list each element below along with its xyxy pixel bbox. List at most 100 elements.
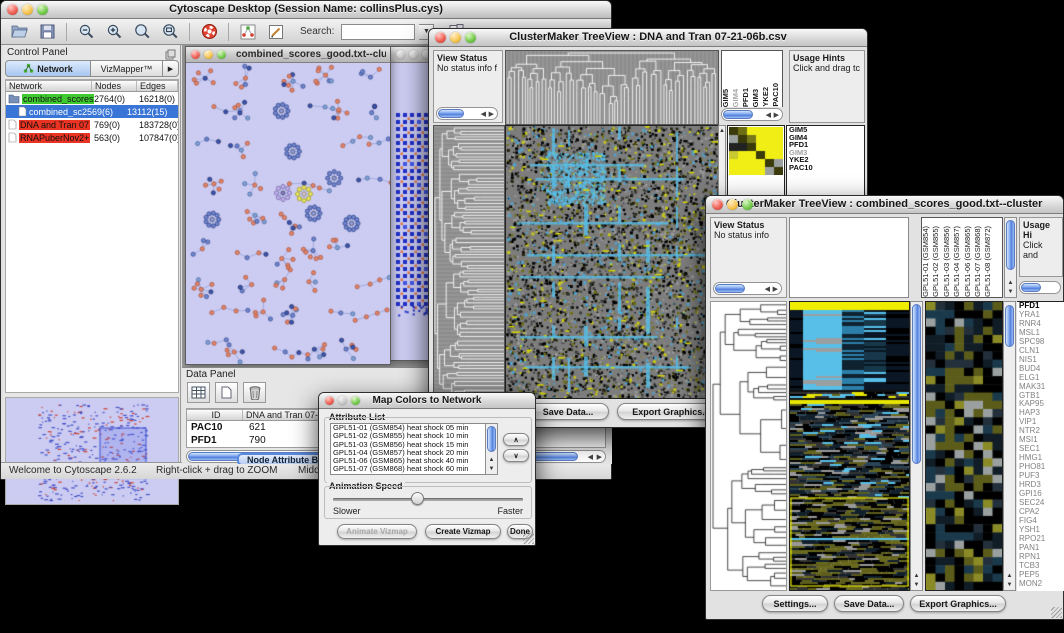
tab-overflow-arrow[interactable]: ▶	[163, 60, 179, 77]
network-frame-front[interactable]: combined_scores_good.txt--cluste...	[185, 46, 391, 365]
gene-label[interactable]: MON2	[1017, 580, 1064, 589]
zoom-fit-button[interactable]	[158, 21, 182, 42]
minimize-button[interactable]	[204, 50, 213, 59]
zoom-button[interactable]	[37, 4, 48, 15]
column-label[interactable]: GPL51-02 (GSM855)	[932, 226, 942, 297]
row-dendrogram[interactable]	[433, 125, 505, 399]
animation-speed-slider-thumb[interactable]	[411, 492, 424, 505]
column-label[interactable]: GPL51-08 (GSM872)	[984, 226, 994, 297]
control-panel-tabs: Network VizMapper™ ▶	[5, 60, 179, 77]
close-button[interactable]	[396, 50, 405, 59]
heatmap-canvas[interactable]	[505, 125, 719, 399]
slower-label: Slower	[333, 506, 361, 516]
scroll-up-icon: ▲	[1004, 572, 1015, 580]
network-frame-title: combined_scores_good.txt--cluste...	[236, 49, 386, 60]
close-button[interactable]	[325, 396, 334, 405]
annotation-tool-icon[interactable]	[264, 21, 288, 42]
scroll-down-icon: ▼	[1005, 288, 1016, 296]
main-titlebar[interactable]: Cytoscape Desktop (Session Name: collins…	[1, 1, 611, 19]
column-label[interactable]: GPL51-04 (GSM857)	[953, 226, 963, 297]
network-row-combined-scores[interactable]: combined_scores 2764(0) 16218(0)	[6, 92, 178, 105]
vizmapper-tool-icon[interactable]	[236, 21, 260, 42]
resize-grip[interactable]	[523, 533, 534, 544]
scroll-up-icon: ▲	[1005, 279, 1016, 287]
usage-hints-panel: Usage Hi Click and	[1019, 217, 1063, 277]
view-status-panel: View Status No status info ◀ ▶	[710, 217, 787, 298]
network-row-dna-tran[interactable]: DNA and Tran 07 769(0) 183728(0)	[6, 118, 178, 131]
animation-speed-slider-track[interactable]	[333, 498, 523, 501]
network-overview-thumbnail[interactable]	[5, 397, 179, 505]
column-labels-vscrollbar[interactable]: ▲ ▼	[1004, 217, 1017, 298]
zoom-button[interactable]	[742, 199, 753, 210]
tab-vizmapper[interactable]: VizMapper™	[91, 60, 163, 77]
view-status-scrollbar[interactable]: ◀ ▶	[436, 107, 498, 120]
network-row-combined-sco-selected[interactable]: combined_sco 2569(6) 13112(15)	[6, 105, 178, 118]
scroll-down-icon: ▼	[911, 581, 922, 589]
network-row-rnapuber[interactable]: RNAPuberNov2+ 563(0) 107847(0)	[6, 131, 178, 144]
zoom-selected-button[interactable]	[130, 21, 154, 42]
desktop: Cytoscape Desktop (Session Name: collins…	[0, 0, 1064, 633]
document-icon	[18, 106, 27, 117]
gene-list-panel: PFD1YRA1RNR4MSL1SPC98CLN1NIS1BUD4ELG1MAK…	[1017, 301, 1064, 591]
create-vizmap-button[interactable]: Create Vizmap	[425, 524, 501, 539]
column-labels-scrollbar[interactable]: ◀ ▶	[721, 108, 783, 121]
usage-hints-panel: Usage Hints Click and drag tc	[789, 50, 865, 123]
status-welcome: Welcome to Cytoscape 2.6.2	[9, 465, 137, 476]
toolbar-separator	[189, 23, 190, 41]
column-label[interactable]: PAC10	[772, 83, 782, 107]
minimize-button[interactable]	[338, 396, 347, 405]
row-dendrogram[interactable]	[710, 301, 787, 591]
zoom-button[interactable]	[217, 50, 226, 59]
network-table-header[interactable]: Network Nodes Edges	[6, 80, 178, 92]
minimize-button[interactable]	[409, 50, 418, 59]
export-graphics-button[interactable]: Export Graphics...	[910, 595, 1006, 612]
save-data-button[interactable]: Save Data...	[834, 595, 904, 612]
zoom-button[interactable]	[465, 32, 476, 43]
zoom-button[interactable]	[351, 396, 360, 405]
zoom-in-button[interactable]	[102, 21, 126, 42]
usage-hints-scrollbar[interactable]	[1019, 281, 1061, 294]
delete-attribute-trash-icon[interactable]	[243, 382, 266, 403]
settings-button[interactable]: Settings...	[762, 595, 828, 612]
zoom-vscrollbar[interactable]: ▲ ▼	[1003, 301, 1016, 591]
view-status-scrollbar[interactable]: ◀ ▶	[713, 282, 782, 295]
new-attribute-icon[interactable]	[215, 382, 238, 403]
close-button[interactable]	[435, 32, 446, 43]
minimize-button[interactable]	[727, 199, 738, 210]
tab-network[interactable]: Network	[5, 60, 91, 77]
treeview-combined-titlebar[interactable]: ClusterMaker TreeView : combined_scores_…	[706, 196, 1063, 214]
column-label[interactable]: GPL51-06 (GSM865)	[964, 226, 974, 297]
close-button[interactable]	[7, 4, 18, 15]
attribute-table-icon[interactable]	[187, 382, 210, 403]
move-down-button[interactable]: ∨	[503, 449, 529, 462]
animate-vizmap-button[interactable]: Animate Vizmap	[337, 524, 417, 539]
zoom-heatmap-canvas[interactable]	[925, 301, 1003, 591]
open-session-button[interactable]	[7, 21, 31, 42]
column-dendrogram[interactable]	[505, 50, 719, 125]
help-lifering-icon[interactable]	[197, 21, 221, 42]
network-view-canvas[interactable]	[186, 63, 390, 364]
minimize-button[interactable]	[22, 4, 33, 15]
heatmap-vscrollbar[interactable]: ▲ ▼	[910, 301, 923, 591]
minimize-button[interactable]	[450, 32, 461, 43]
close-button[interactable]	[712, 199, 723, 210]
dialog-titlebar[interactable]: Map Colors to Network	[319, 393, 535, 409]
heatmap-canvas[interactable]	[789, 301, 910, 591]
move-up-button[interactable]: ∧	[503, 433, 529, 446]
scroll-right-icon: ▶	[597, 453, 602, 462]
search-input[interactable]	[341, 24, 415, 40]
treeview-dna-titlebar[interactable]: ClusterMaker TreeView : DNA and Tran 07-…	[429, 29, 867, 47]
scroll-right-icon: ▶	[773, 285, 778, 294]
attribute-list-vscrollbar[interactable]: ▲ ▼	[485, 423, 498, 475]
resize-grip[interactable]	[1051, 607, 1062, 618]
zoom-out-button[interactable]	[74, 21, 98, 42]
status-zoom-hint: Right-click + drag to ZOOM	[156, 465, 277, 476]
toolbar-separator	[228, 23, 229, 41]
scroll-left-icon: ◀	[765, 285, 770, 294]
gene-label[interactable]: PAC10	[787, 164, 864, 172]
scroll-down-icon: ▼	[486, 465, 497, 473]
save-session-button[interactable]	[35, 21, 59, 42]
close-button[interactable]	[191, 50, 200, 59]
save-data-button[interactable]: Save Data...	[527, 403, 609, 420]
attribute-list-item[interactable]: GPL51-07 (GSM868) heat shock 60 min	[331, 465, 497, 473]
